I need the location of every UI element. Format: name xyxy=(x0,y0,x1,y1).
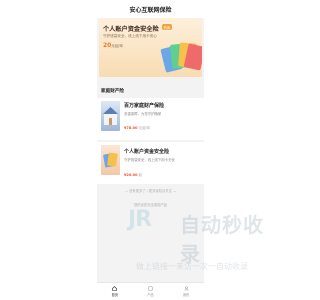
product-price: ¥78.00 元起/年 xyxy=(124,126,150,131)
section-title: 家庭财产险 xyxy=(101,89,124,94)
tab-label: 首页 xyxy=(111,293,119,297)
product-title: 个人账户资金安全险 xyxy=(124,149,170,155)
product-price-value: ¥20.00 xyxy=(124,173,138,177)
tab-label: 我的 xyxy=(182,293,190,297)
product-price: ¥20.00 起 xyxy=(124,173,142,178)
tab-products[interactable]: 产品 xyxy=(133,283,169,300)
product-icon xyxy=(148,286,153,291)
end-of-list-text: — 没有更多了 / 更多保险请关注 — xyxy=(124,189,177,193)
watermark-logo: JR xyxy=(128,207,152,232)
bottom-tab-bar: 首页 产品 我的 xyxy=(97,282,204,300)
product-card[interactable]: 百万家庭财产保险 多重保障，为您守护随家 ¥78.00 元起/年 xyxy=(97,98,204,140)
cards-thumbnail xyxy=(101,145,120,175)
hot-badge: 热卖 xyxy=(162,24,172,30)
app-header: 安心互联网保险 xyxy=(97,0,204,18)
user-icon xyxy=(184,286,189,291)
banner-title: 个人账户资金安全险 xyxy=(103,26,159,33)
banner-price: 20元起/年 xyxy=(103,42,123,49)
tab-home[interactable]: 首页 xyxy=(97,283,133,300)
tab-mine[interactable]: 我的 xyxy=(168,283,204,300)
watermark-title: 自动秒收录 xyxy=(180,213,264,266)
site-watermark: JR 自动秒收录 做上链接一来访一次一自动收录 xyxy=(128,207,280,275)
product-card[interactable]: 个人账户资金安全险 守护钱袋安全，线上线下用卡无忧 ¥20.00 起 xyxy=(97,142,204,184)
product-price-value: ¥78.00 xyxy=(124,126,138,130)
product-title: 百万家庭财产保险 xyxy=(124,103,165,109)
tab-label: 产品 xyxy=(147,293,154,297)
home-icon xyxy=(112,286,118,291)
product-price-note: 起 xyxy=(138,173,143,177)
house-thumbnail xyxy=(101,101,120,131)
product-price-note: 元起/年 xyxy=(138,126,151,130)
banner-price-unit: 元起/年 xyxy=(111,44,124,48)
app-title: 安心互联网保险 xyxy=(129,6,172,14)
product-subtitle: 守护钱袋安全，线上线下用卡无忧 xyxy=(124,158,175,162)
promo-banner[interactable]: 个人账户资金安全险 热卖 守护钱袋安全，线上线下用卡安心 20元起/年 xyxy=(99,18,202,77)
product-subtitle: 多重保障，为您守护随家 xyxy=(124,112,162,116)
banner-subtitle: 守护钱袋安全，线上线下用卡安心 xyxy=(103,34,157,38)
watermark-subtitle: 做上链接一来访一次一自动收录 xyxy=(136,262,248,271)
bank-cards-illustration xyxy=(160,41,202,73)
